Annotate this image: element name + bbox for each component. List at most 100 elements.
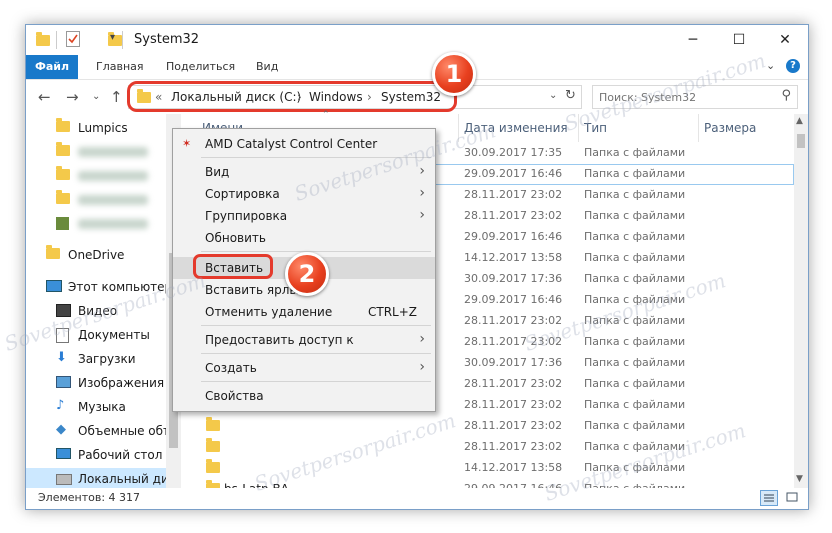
sidebar-item-music[interactable]: ♪ Музыка [26, 396, 174, 418]
divider [56, 31, 57, 49]
tab-share[interactable]: Поделиться [166, 60, 235, 73]
menu-separator [201, 353, 431, 354]
sidebar-item-blurred[interactable] [26, 141, 174, 163]
app-icon [56, 217, 72, 231]
properties-icon[interactable] [66, 31, 80, 47]
scroll-down-icon[interactable]: ▼ [796, 474, 803, 484]
file-date: 29.09.2017 16:46 [464, 293, 563, 306]
submenu-arrow-icon: › [419, 185, 425, 201]
menu-item-label: Группировка [205, 209, 288, 223]
menu-item-undo-delete[interactable]: Отменить удаление CTRL+Z [173, 301, 435, 323]
sidebar-item-blurred[interactable] [26, 213, 174, 235]
tab-home[interactable]: Главная [96, 60, 144, 73]
column-divider[interactable] [698, 114, 699, 142]
sidebar-item-label: Документы [78, 328, 150, 342]
sidebar-item-lumpics[interactable]: Lumpics [26, 117, 174, 139]
menu-separator [201, 251, 431, 252]
recent-locations-icon[interactable]: ⌄ [92, 91, 100, 102]
step-badge-1: 1 [432, 52, 476, 96]
menu-item-label: Сортировка [205, 187, 280, 201]
tab-file[interactable]: Файл [26, 55, 78, 79]
status-bar: Элементов: 4 317 [26, 488, 808, 509]
sidebar-item-3d-objects[interactable]: ◆ Объемные объ [26, 420, 174, 442]
sort-arrow-icon: ⌃ [322, 110, 330, 120]
menu-item-label: Создать [205, 361, 257, 375]
file-date: 14.12.2017 13:58 [464, 461, 563, 474]
minimize-icon[interactable]: ─ [670, 25, 716, 55]
downloads-icon: ⬇ [56, 350, 67, 365]
sidebar-item-label: OneDrive [68, 248, 125, 262]
sidebar-item-downloads[interactable]: ⬇ Загрузки [26, 348, 174, 370]
menu-item-group[interactable]: Группировка › [173, 205, 435, 227]
folder-icon [46, 245, 62, 262]
sidebar-item-onedrive[interactable]: OneDrive [26, 244, 174, 266]
column-header-size[interactable]: Размера [704, 121, 756, 135]
menu-item-refresh[interactable]: Обновить [173, 227, 435, 249]
forward-arrow-icon[interactable]: → [66, 88, 79, 106]
menu-item-new[interactable]: Создать › [173, 357, 435, 379]
sidebar-item-blurred[interactable] [26, 189, 174, 211]
file-type: Папка с файлами [584, 230, 686, 243]
help-icon[interactable]: ? [786, 59, 800, 73]
file-type: Папка с файлами [584, 188, 686, 201]
divider [122, 31, 123, 49]
menu-separator [201, 381, 431, 382]
folder-icon [206, 438, 220, 452]
menu-shortcut: CTRL+Z [367, 305, 417, 319]
file-type: Папка с файлами [584, 146, 686, 159]
3d-objects-icon: ◆ [56, 422, 66, 437]
menu-item-label: AMD Catalyst Control Center [205, 137, 378, 151]
file-date: 30.09.2017 17:36 [464, 272, 563, 285]
folder-icon [56, 118, 72, 135]
file-list-scrollbar[interactable]: ▲ ▼ [794, 114, 808, 488]
sidebar-item-label: Изображения [78, 376, 165, 390]
desktop-icon [56, 448, 72, 462]
sidebar-item-label: Музыка [78, 400, 126, 414]
sidebar-item-local-disk[interactable]: Локальный дис [26, 468, 174, 490]
menu-item-give-access[interactable]: Предоставить доступ к › [173, 329, 435, 351]
refresh-icon[interactable]: ↻ [565, 88, 576, 103]
customize-quick-access-icon[interactable]: ▾ [110, 32, 115, 50]
sidebar-item-pictures[interactable]: Изображения [26, 372, 174, 394]
file-date: 28.11.2017 23:02 [464, 440, 563, 453]
address-highlight-frame [127, 81, 457, 112]
blurred-label [78, 171, 148, 181]
menu-item-label: Предоставить доступ к [205, 333, 354, 347]
details-view-icon[interactable] [760, 490, 778, 506]
scrollbar-thumb[interactable] [797, 134, 805, 148]
window-title: System32 [134, 32, 200, 47]
sidebar-item-label: Рабочий стол [78, 448, 163, 462]
step-badge-2: 2 [285, 252, 329, 296]
file-type: Папка с файлами [584, 251, 686, 264]
sidebar-item-desktop[interactable]: Рабочий стол [26, 444, 174, 466]
file-date: 14.12.2017 13:58 [464, 251, 563, 264]
file-date: 28.11.2017 23:02 [464, 419, 563, 432]
sidebar-item-label: Загрузки [78, 352, 136, 366]
menu-item-label: Свойства [205, 389, 264, 403]
close-icon[interactable]: ✕ [762, 25, 808, 55]
address-dropdown-icon[interactable]: ⌄ [549, 90, 557, 101]
file-date: 28.11.2017 23:02 [464, 188, 563, 201]
large-icons-view-icon[interactable] [784, 490, 800, 506]
file-date: 28.11.2017 23:02 [464, 398, 563, 411]
folder-icon [206, 459, 220, 473]
amd-icon: ✶ [182, 137, 192, 150]
submenu-arrow-icon: › [419, 207, 425, 223]
sidebar-item-blurred[interactable] [26, 165, 174, 187]
scroll-up-icon[interactable]: ▲ [796, 116, 803, 126]
tab-view[interactable]: Вид [256, 60, 278, 73]
search-icon[interactable]: ⚲ [781, 88, 791, 103]
file-type: Папка с файлами [584, 377, 686, 390]
paste-highlight-frame [193, 254, 273, 279]
file-type: Папка с файлами [584, 356, 686, 369]
sidebar-item-label: Объемные объ [78, 424, 172, 438]
drive-icon [56, 472, 72, 486]
file-type: Папка с файлами [584, 335, 686, 348]
menu-separator [201, 325, 431, 326]
file-date: 28.11.2017 23:02 [464, 377, 563, 390]
back-arrow-icon[interactable]: ← [38, 88, 51, 106]
menu-item-properties[interactable]: Свойства [173, 385, 435, 407]
file-type: Папка с файлами [584, 272, 686, 285]
up-arrow-icon[interactable]: ↑ [110, 88, 123, 106]
folder-icon [206, 417, 220, 431]
